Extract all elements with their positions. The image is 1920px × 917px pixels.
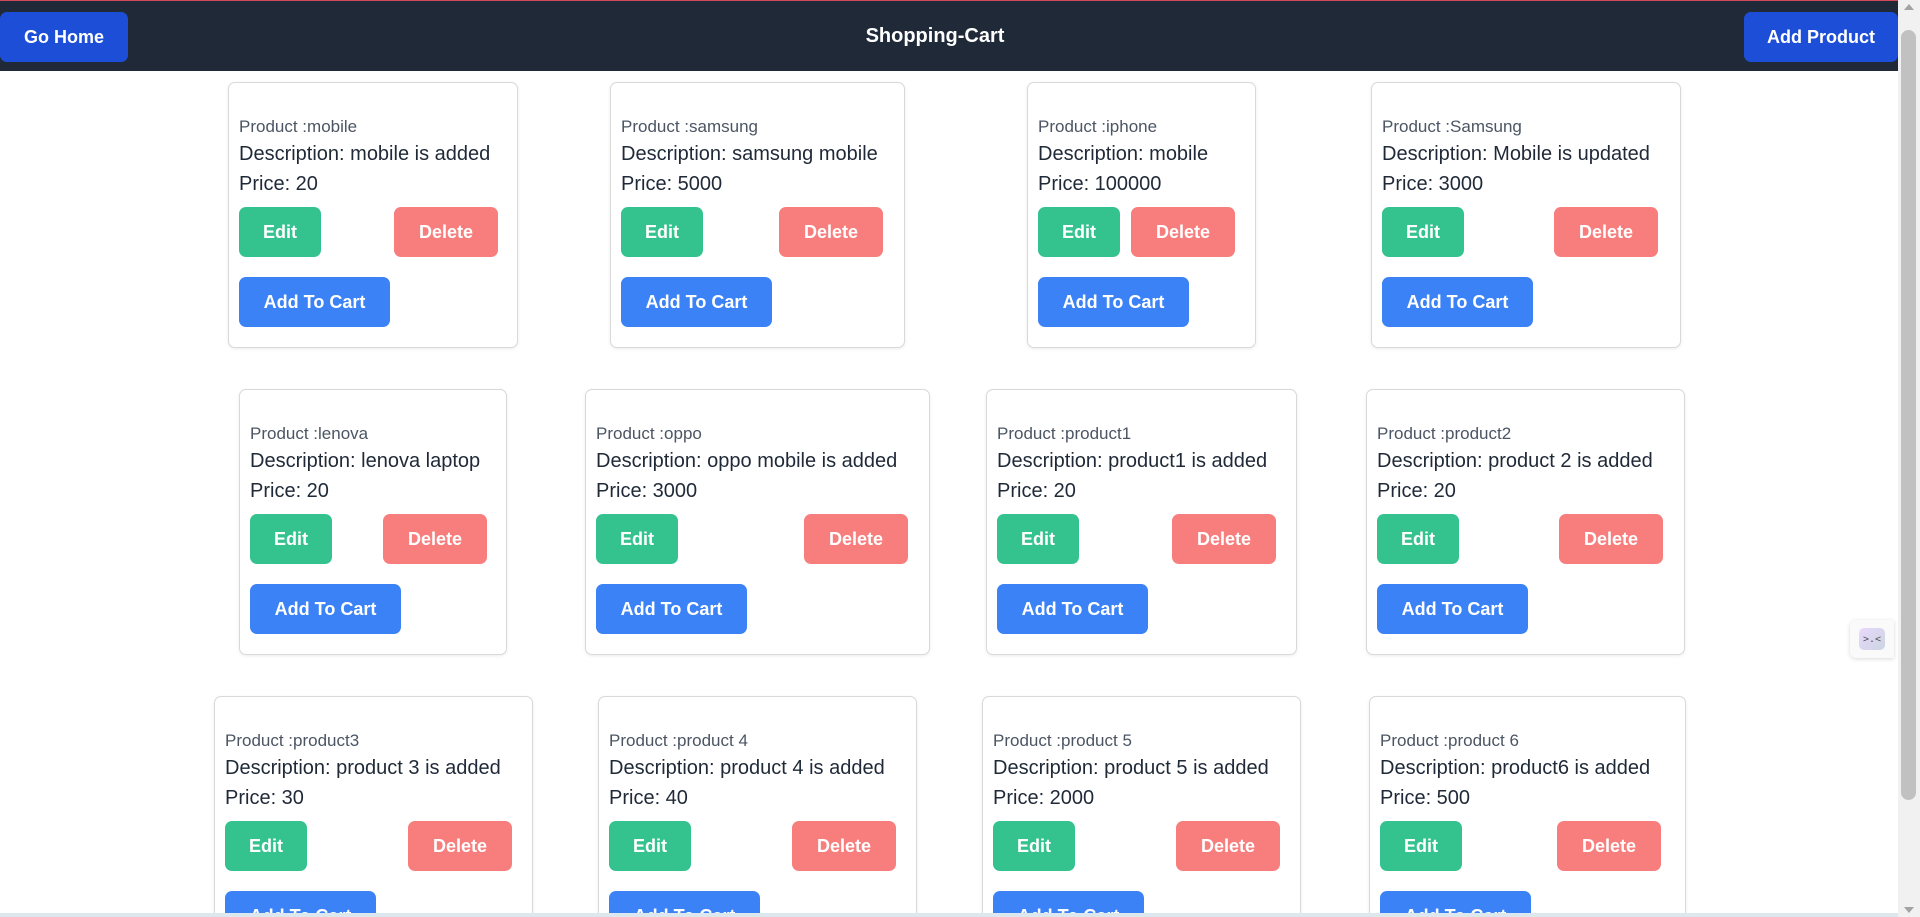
product-description: Description: product 3 is added — [225, 757, 501, 779]
product-price: Price: 20 — [1377, 480, 1456, 502]
delete-button[interactable]: Delete — [1131, 207, 1235, 257]
product-price: Price: 40 — [609, 787, 688, 809]
product-name: Product :product 4 — [609, 731, 748, 750]
add-to-cart-button[interactable]: Add To Cart — [239, 277, 390, 327]
floating-assistant-widget[interactable]: >.< — [1850, 620, 1894, 658]
product-name: Product :Samsung — [1382, 117, 1522, 136]
add-to-cart-button[interactable]: Add To Cart — [1377, 584, 1528, 634]
product-description: Description: Mobile is updated — [1382, 143, 1650, 165]
product-grid: Product :mobile Description: mobile is a… — [0, 71, 1898, 913]
add-to-cart-button[interactable]: Add To Cart — [609, 891, 760, 913]
add-product-button[interactable]: Add Product — [1744, 12, 1898, 62]
product-price: Price: 20 — [250, 480, 329, 502]
product-name: Product :samsung — [621, 117, 759, 136]
edit-button[interactable]: Edit — [239, 207, 321, 257]
add-to-cart-button[interactable]: Add To Cart — [1380, 891, 1531, 913]
product-price: Price: 100000 — [1038, 173, 1162, 195]
product-description: Description: product1 is added — [997, 450, 1268, 472]
product-name: Product :lenova — [250, 424, 369, 443]
product-card: Product :product 6 Description: product6… — [1369, 696, 1686, 913]
product-card: Product :product3 Description: product 3… — [214, 696, 533, 913]
add-to-cart-button[interactable]: Add To Cart — [1382, 277, 1533, 327]
product-description: Description: product 2 is added — [1377, 450, 1653, 472]
product-card: Product :iphone Description: mobile Pric… — [1027, 82, 1256, 348]
edit-button[interactable]: Edit — [596, 514, 678, 564]
product-name: Product :oppo — [596, 424, 702, 443]
delete-button[interactable]: Delete — [1176, 821, 1280, 871]
product-name: Product :iphone — [1038, 117, 1158, 136]
product-card: Product :oppo Description: oppo mobile i… — [585, 389, 930, 655]
product-card: Product :product2 Description: product 2… — [1366, 389, 1685, 655]
product-description: Description: lenova laptop — [250, 450, 481, 472]
add-to-cart-button[interactable]: Add To Cart — [225, 891, 376, 913]
product-name: Product :product 6 — [1380, 731, 1519, 750]
bottom-edge — [0, 913, 1898, 917]
scroll-up-icon[interactable] — [1904, 4, 1914, 10]
delete-button[interactable]: Delete — [408, 821, 512, 871]
product-price: Price: 2000 — [993, 787, 1095, 809]
delete-button[interactable]: Delete — [383, 514, 487, 564]
scrollbar-thumb[interactable] — [1901, 30, 1916, 800]
navbar: Shopping-Cart Go Home Add Product — [0, 0, 1898, 71]
product-name: Product :product3 — [225, 731, 360, 750]
product-price: Price: 20 — [997, 480, 1076, 502]
product-card: Product :product 5 Description: product … — [982, 696, 1301, 913]
edit-button[interactable]: Edit — [621, 207, 703, 257]
product-card: Product :product1 Description: product1 … — [986, 389, 1297, 655]
product-price: Price: 5000 — [621, 173, 723, 195]
add-to-cart-button[interactable]: Add To Cart — [1038, 277, 1189, 327]
product-price: Price: 20 — [239, 173, 318, 195]
product-card: Product :product 4 Description: product … — [598, 696, 917, 913]
product-name: Product :mobile — [239, 117, 358, 136]
product-name: Product :product1 — [997, 424, 1132, 443]
product-price: Price: 30 — [225, 787, 304, 809]
scroll-down-icon[interactable] — [1904, 907, 1914, 913]
delete-button[interactable]: Delete — [792, 821, 896, 871]
delete-button[interactable]: Delete — [1559, 514, 1663, 564]
product-description: Description: samsung mobile — [621, 143, 878, 165]
product-description: Description: product 5 is added — [993, 757, 1269, 779]
add-to-cart-button[interactable]: Add To Cart — [621, 277, 772, 327]
product-price: Price: 500 — [1380, 787, 1471, 809]
product-card: Product :lenova Description: lenova lapt… — [239, 389, 507, 655]
vertical-scrollbar[interactable] — [1898, 0, 1920, 917]
edit-button[interactable]: Edit — [1038, 207, 1120, 257]
edit-button[interactable]: Edit — [993, 821, 1075, 871]
product-card: Product :mobile Description: mobile is a… — [228, 82, 518, 348]
page-title: Shopping-Cart — [865, 25, 1005, 47]
delete-button[interactable]: Delete — [779, 207, 883, 257]
delete-button[interactable]: Delete — [1557, 821, 1661, 871]
delete-button[interactable]: Delete — [1172, 514, 1276, 564]
product-card: Product :Samsung Description: Mobile is … — [1371, 82, 1681, 348]
product-description: Description: product6 is added — [1380, 757, 1651, 779]
delete-button[interactable]: Delete — [1554, 207, 1658, 257]
assistant-face-icon: >.< — [1859, 628, 1885, 650]
product-description: Description: mobile is added — [239, 143, 491, 165]
edit-button[interactable]: Edit — [1380, 821, 1462, 871]
product-price: Price: 3000 — [1382, 173, 1484, 195]
add-to-cart-button[interactable]: Add To Cart — [997, 584, 1148, 634]
edit-button[interactable]: Edit — [609, 821, 691, 871]
edit-button[interactable]: Edit — [225, 821, 307, 871]
product-description: Description: oppo mobile is added — [596, 450, 898, 472]
go-home-button[interactable]: Go Home — [0, 12, 128, 62]
edit-button[interactable]: Edit — [1382, 207, 1464, 257]
product-price: Price: 3000 — [596, 480, 698, 502]
delete-button[interactable]: Delete — [394, 207, 498, 257]
edit-button[interactable]: Edit — [1377, 514, 1459, 564]
product-card: Product :samsung Description: samsung mo… — [610, 82, 905, 348]
product-description: Description: product 4 is added — [609, 757, 885, 779]
product-description: Description: mobile — [1038, 143, 1209, 165]
product-name: Product :product2 — [1377, 424, 1512, 443]
edit-button[interactable]: Edit — [250, 514, 332, 564]
delete-button[interactable]: Delete — [804, 514, 908, 564]
edit-button[interactable]: Edit — [997, 514, 1079, 564]
product-name: Product :product 5 — [993, 731, 1132, 750]
add-to-cart-button[interactable]: Add To Cart — [993, 891, 1144, 913]
add-to-cart-button[interactable]: Add To Cart — [250, 584, 401, 634]
add-to-cart-button[interactable]: Add To Cart — [596, 584, 747, 634]
